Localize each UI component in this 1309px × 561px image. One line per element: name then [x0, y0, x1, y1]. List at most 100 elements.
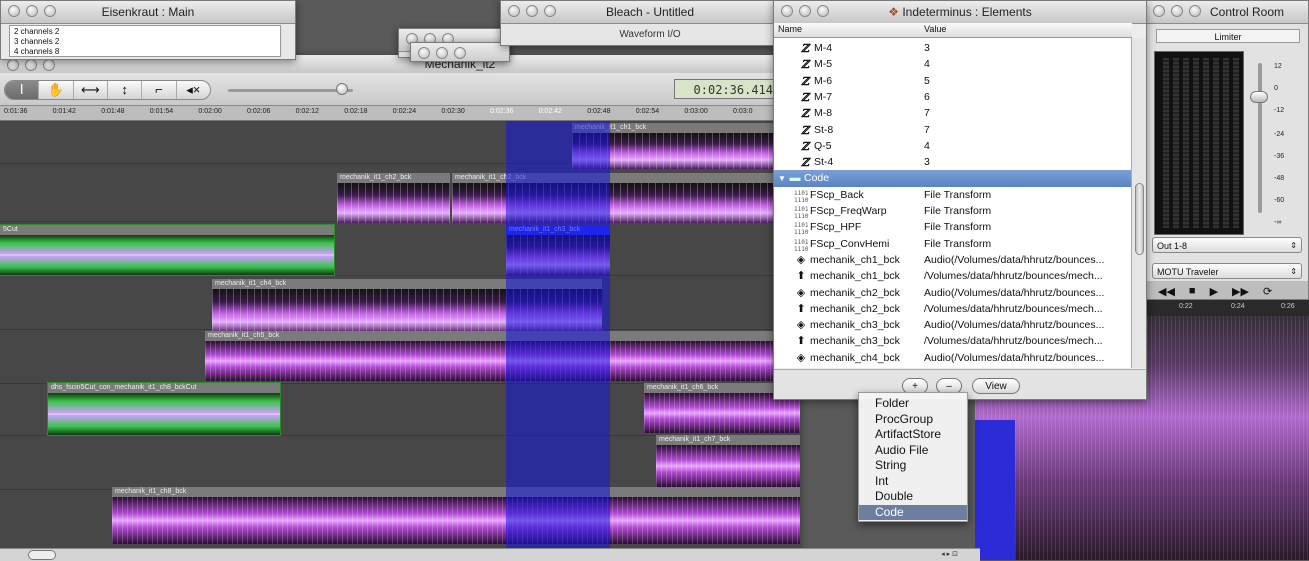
list-item[interactable]: ℤ M-4 3	[774, 40, 1132, 57]
audio-region[interactable]: mechanik_it1_ch8_bck	[112, 487, 800, 544]
list-item[interactable]: ℤ M-5 4	[774, 56, 1132, 73]
element-value: Audio(/Volumes/data/hhrutz/bounces...	[924, 286, 1105, 299]
list-item[interactable]: ⬆ mechanik_ch1_bck/Volumes/data/hhrutz/bo…	[774, 268, 1132, 285]
audio-region[interactable]: dhs_fscin5Cut_con_mechanik_it1_ch8_bckCu…	[47, 382, 281, 436]
hand-tool-icon[interactable]: ✋	[39, 81, 74, 99]
time-selection[interactable]	[506, 121, 610, 560]
list-item[interactable]: ℤ Q-5 4	[774, 138, 1132, 155]
integer-icon: ℤ	[800, 156, 810, 170]
close-button[interactable]	[1153, 5, 1165, 17]
disclosure-triangle-icon[interactable]: ▼	[778, 170, 786, 187]
audio-region[interactable]: mechanik_it1_ch7_bck	[656, 435, 800, 487]
tool-selector[interactable]: Ⅰ ✋ ⟷ ↕ ⌐ ◂×	[4, 80, 211, 100]
list-item[interactable]: ◈ mechanik_ch1_bck Audio(/Volumes/data/hhr…	[774, 252, 1132, 269]
column-header-name[interactable]: Name	[778, 24, 802, 34]
audio-region[interactable]: mechanik_it1_ch5_bck	[205, 331, 800, 381]
bleach-titlebar[interactable]: Bleach - Untitled	[501, 1, 799, 24]
view-button[interactable]: View	[972, 378, 1020, 394]
list-item[interactable]: ℤ M-6 5	[774, 73, 1132, 90]
window-title: Bleach - Untitled	[605, 5, 695, 19]
list-item[interactable]: 4 channels 8	[14, 47, 276, 57]
elements-list[interactable]: ℤ M-4 3 ℤ M-5 4 ℤ M-6 5 ℤ M-7 6 ℤ M-8 7 ℤ St-8 7 ℤ Q-5 4 ℤ St-…	[774, 38, 1132, 368]
list-item[interactable]: 2 channels 2	[14, 27, 276, 37]
play-icon[interactable]: ▶	[1210, 285, 1218, 298]
fast-forward-icon[interactable]: ▶▶	[1232, 285, 1249, 298]
list-item[interactable]: 1101 1110 FScp_FreqWarp File Transform	[774, 203, 1132, 220]
scroll-arrows-icon[interactable]: ◂ ▸ ⊡	[941, 550, 958, 558]
menu-item[interactable]: Code	[859, 504, 967, 520]
audio-file-icon: ◈	[796, 286, 806, 299]
menu-item[interactable]: Int	[859, 474, 967, 490]
bleach-window: Bleach - Untitled Waveform I/O	[500, 0, 800, 46]
list-item[interactable]: ⬆ mechanik_ch2_bck/Volumes/data/hhrutz/bo…	[774, 301, 1132, 318]
integer-icon: ℤ	[800, 74, 810, 88]
track-separator	[0, 275, 800, 276]
folder-row[interactable]: ▼ ▬ Code	[774, 170, 1132, 188]
vertical-scrollbar[interactable]	[1131, 38, 1146, 368]
list-item[interactable]: ℤ M-8 7	[774, 105, 1132, 122]
audio-region[interactable]: 5Cut	[0, 224, 335, 276]
list-item[interactable]: ℤ M-7 6	[774, 89, 1132, 106]
minimize-button[interactable]	[25, 59, 37, 71]
rewind-icon[interactable]: ◀◀	[1158, 285, 1175, 298]
fade-tool-icon[interactable]: ⌐	[142, 81, 177, 99]
list-item[interactable]: ℤ St-8 7	[774, 122, 1132, 139]
ruler-tick: 0:02:36	[490, 108, 514, 115]
elements-titlebar[interactable]: ❖ Indeterminus : Elements	[774, 1, 1146, 24]
ruler-tick: 0:02:30	[441, 108, 465, 115]
audio-region[interactable]: mechanik_it1_ch2_bck	[452, 173, 800, 223]
element-name: FScp_ConvHemi	[810, 237, 890, 250]
list-item[interactable]: ◈ mechanik_ch4_bck Audio(/Volumes/data/hhr…	[774, 350, 1132, 367]
control-room-window: Control Room Limiter 12 0 -12 -24 -36 -4…	[1145, 0, 1309, 300]
control-room-titlebar[interactable]: Control Room	[1146, 1, 1308, 24]
list-item[interactable]: 1101 1110 FScp_HPF File Transform	[774, 219, 1132, 236]
element-value: Audio(/Volumes/data/hhrutz/bounces...	[924, 351, 1105, 364]
element-name: FScp_FreqWarp	[810, 205, 887, 217]
vertical-tool-icon[interactable]: ↕	[108, 81, 143, 99]
list-item[interactable]: 3 channels 2	[14, 37, 276, 47]
loop-icon[interactable]: ⟳	[1263, 285, 1272, 298]
minimize-button[interactable]	[1171, 5, 1183, 17]
column-header-value[interactable]: Value	[924, 24, 946, 34]
stop-icon[interactable]: ■	[1189, 285, 1196, 297]
element-value: 7	[924, 123, 930, 136]
status-bar: ◂ ▸ ⊡	[0, 548, 980, 561]
list-item[interactable]: ◈ mechanik_ch2_bck Audio(/Volumes/data/hhr…	[774, 285, 1132, 302]
menu-item[interactable]: Audio File	[859, 443, 967, 459]
spectrogram	[452, 183, 800, 223]
zoom-slider-knob[interactable]	[336, 83, 348, 95]
integer-icon: ℤ	[800, 58, 810, 72]
code-icon: 1101 1110	[794, 189, 809, 204]
limiter-button[interactable]: Limiter	[1156, 29, 1300, 43]
timeline[interactable]: mechanik_it1_ch1_bck mechanik_it1_ch2_bck…	[0, 121, 800, 560]
list-item[interactable]: ⬆ mechanik_ch3_bck/Volumes/data/hhrutz/bo…	[774, 333, 1132, 350]
zoom-slider[interactable]	[228, 89, 353, 92]
output-select[interactable]: Out 1-8 ⇕	[1152, 237, 1302, 253]
list-item[interactable]: ℤ St-4 3	[774, 154, 1132, 171]
menu-item[interactable]: Double	[859, 489, 967, 505]
menu-item[interactable]: ProcGroup	[859, 412, 967, 428]
time-label: 0:22	[1179, 303, 1193, 310]
mute-tool-icon[interactable]: ◂×	[177, 81, 210, 99]
device-select[interactable]: MOTU Traveler ⇕	[1152, 263, 1302, 279]
menu-item[interactable]: String	[859, 458, 967, 474]
menu-item[interactable]: Folder	[859, 396, 967, 412]
close-button[interactable]	[7, 59, 19, 71]
scrollbar-thumb[interactable]	[1135, 183, 1144, 255]
eisenkraut-titlebar[interactable]: Eisenkraut : Main	[1, 1, 295, 24]
list-item[interactable]: 1101 1110 FScp_ConvHemi File Transform	[774, 236, 1132, 253]
region-label: mechanik_it1_ch8_bck	[112, 487, 800, 497]
selection-strip	[975, 420, 1015, 560]
pointer-tool-icon[interactable]: Ⅰ	[5, 81, 40, 99]
list-item[interactable]: ◈ mechanik_ch3_bck Audio(/Volumes/data/hhr…	[774, 317, 1132, 334]
audio-region[interactable]: mechanik_it1_ch2_bck	[337, 173, 450, 223]
channel-list[interactable]: 2 channels 2 3 channels 2 4 channels 8	[9, 25, 281, 57]
time-tool-icon[interactable]: ⟷	[74, 81, 108, 99]
zoom-button[interactable]	[43, 59, 55, 71]
element-name: M-8	[814, 107, 833, 120]
list-item[interactable]: 1101 1110 FScp_Back File Transform	[774, 187, 1132, 204]
time-ruler[interactable]: 0:01:36 0:01:42 0:01:48 0:01:54 0:02:00 0:02:…	[0, 106, 800, 121]
menu-item[interactable]: ArtifactStore	[859, 427, 967, 443]
zoom-control[interactable]	[28, 550, 56, 560]
ruler-tick: 0:02:00	[198, 108, 222, 115]
